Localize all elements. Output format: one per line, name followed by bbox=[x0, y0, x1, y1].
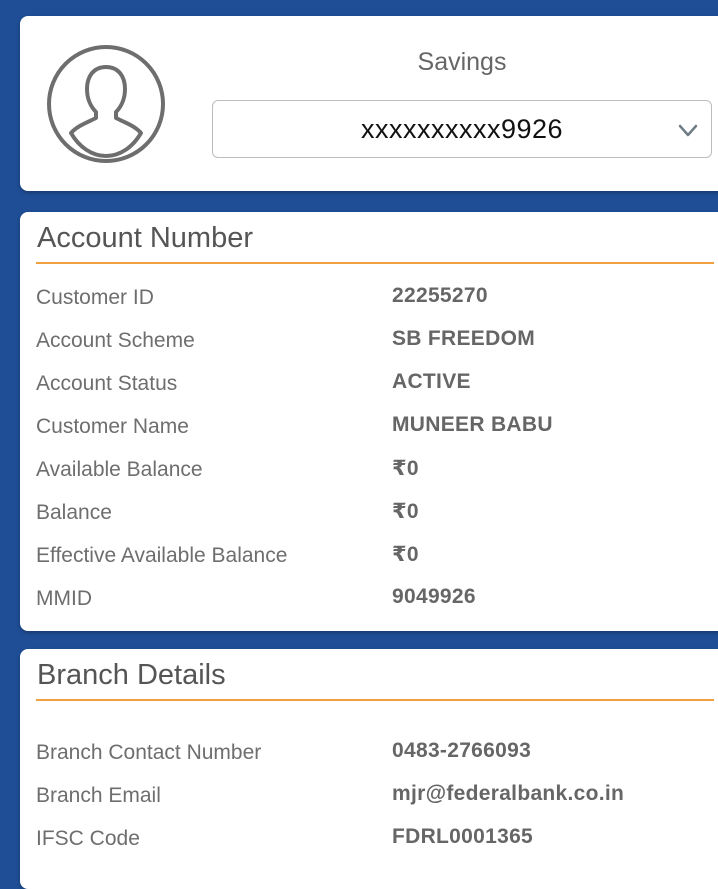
detail-row-branch-email: Branch Email mjr@federalbank.co.in bbox=[36, 776, 714, 819]
account-selector-card: Savings xxxxxxxxxx9926 bbox=[20, 16, 718, 191]
branch-section-title: Branch Details bbox=[37, 659, 226, 691]
detail-value: ₹0 bbox=[392, 543, 419, 566]
detail-row-branch-contact-number: Branch Contact Number 0483-2766093 bbox=[36, 733, 714, 776]
detail-value: MUNEER BABU bbox=[392, 413, 553, 436]
detail-value: SB FREEDOM bbox=[392, 327, 536, 350]
selected-account-number: xxxxxxxxxx9926 bbox=[360, 114, 564, 144]
detail-value: ₹0 bbox=[392, 500, 419, 523]
account-details-card: Account Number Customer ID 22255270 Acco… bbox=[20, 212, 718, 631]
detail-value: FDRL0001365 bbox=[392, 825, 534, 848]
detail-label: Effective Available Balance bbox=[36, 544, 288, 567]
detail-row-mmid: MMID 9049926 bbox=[36, 579, 714, 622]
section-divider bbox=[36, 699, 714, 701]
detail-label: MMID bbox=[36, 587, 92, 610]
detail-label: Available Balance bbox=[36, 458, 203, 481]
detail-label: Account Scheme bbox=[36, 329, 195, 352]
detail-label: IFSC Code bbox=[36, 827, 140, 850]
detail-row-effective-available-balance: Effective Available Balance ₹0 bbox=[36, 536, 714, 579]
account-type-label: Savings bbox=[417, 48, 507, 76]
detail-value: 9049926 bbox=[392, 585, 476, 608]
chevron-down-icon[interactable] bbox=[677, 119, 699, 141]
detail-label: Branch Contact Number bbox=[36, 741, 262, 764]
detail-label: Branch Email bbox=[36, 784, 161, 807]
detail-value: 22255270 bbox=[392, 284, 488, 307]
account-details-list: Customer ID 22255270 Account Scheme SB F… bbox=[36, 278, 714, 622]
detail-value: 0483-2766093 bbox=[392, 739, 532, 762]
branch-details-list: Branch Contact Number 0483-2766093 Branc… bbox=[36, 733, 714, 862]
user-avatar-icon bbox=[45, 43, 167, 165]
detail-row-account-status: Account Status ACTIVE bbox=[36, 364, 714, 407]
detail-row-balance: Balance ₹0 bbox=[36, 493, 714, 536]
section-divider bbox=[36, 262, 714, 264]
detail-row-customer-id: Customer ID 22255270 bbox=[36, 278, 714, 321]
account-number-dropdown[interactable]: xxxxxxxxxx9926 bbox=[212, 100, 712, 158]
account-section-title: Account Number bbox=[37, 222, 253, 254]
branch-details-card: Branch Details Branch Contact Number 048… bbox=[20, 649, 718, 889]
detail-label: Balance bbox=[36, 501, 112, 524]
detail-value: ₹0 bbox=[392, 457, 419, 480]
detail-row-ifsc-code: IFSC Code FDRL0001365 bbox=[36, 819, 714, 862]
detail-label: Account Status bbox=[36, 372, 178, 395]
detail-value: mjr@federalbank.co.in bbox=[392, 782, 625, 805]
detail-value: ACTIVE bbox=[392, 370, 471, 393]
detail-row-customer-name: Customer Name MUNEER BABU bbox=[36, 407, 714, 450]
detail-row-available-balance: Available Balance ₹0 bbox=[36, 450, 714, 493]
detail-label: Customer Name bbox=[36, 415, 189, 438]
detail-label: Customer ID bbox=[36, 286, 154, 309]
detail-row-account-scheme: Account Scheme SB FREEDOM bbox=[36, 321, 714, 364]
